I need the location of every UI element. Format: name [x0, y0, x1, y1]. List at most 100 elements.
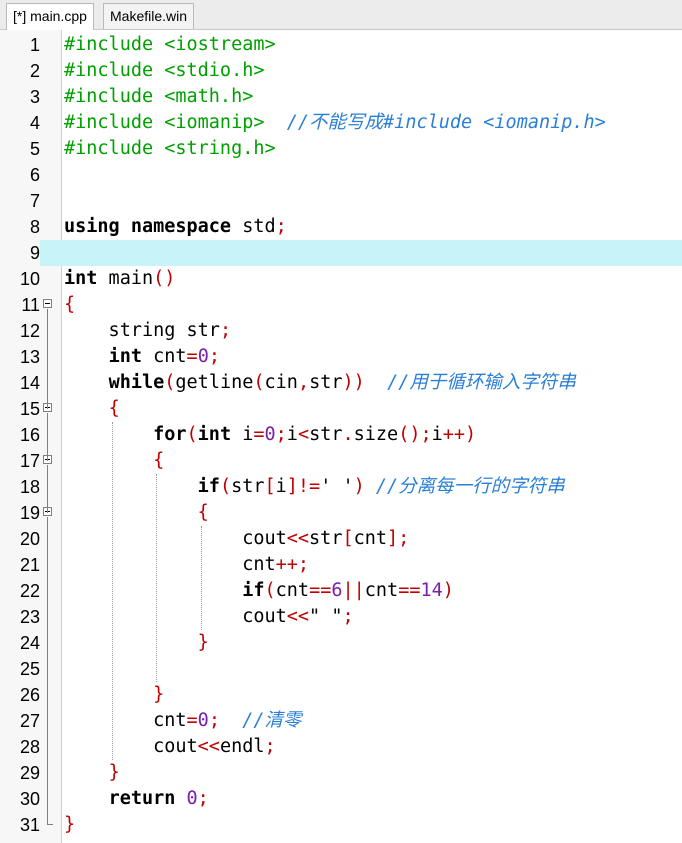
code-text: cnt=0; //清零: [64, 708, 301, 734]
code-line[interactable]: 7: [0, 188, 682, 214]
code-line[interactable]: 21 cnt++;: [0, 552, 682, 578]
tab-makefile-win[interactable]: Makefile.win: [103, 3, 195, 29]
line-number: 26: [19, 685, 40, 705]
code-line[interactable]: 23 cout<<" ";: [0, 604, 682, 630]
code-text: return 0;: [64, 786, 209, 812]
code-text: if(cnt==6||cnt==14): [64, 578, 454, 604]
code-line[interactable]: 15 {: [0, 396, 682, 422]
code-line[interactable]: 1 #include <iostream>: [0, 32, 682, 58]
code-text: string str;: [64, 318, 232, 344]
code-token: cin: [264, 372, 298, 393]
code-line[interactable]: 8 using namespace std;: [0, 214, 682, 240]
code-line[interactable]: 5 #include <string.h>: [0, 136, 682, 162]
code-editor[interactable]: 1 #include <iostream> 2 #include <stdio.h> 3…: [0, 30, 682, 843]
code-line[interactable]: 9: [0, 240, 682, 266]
code-token: //分离每一行的字符串: [375, 476, 565, 497]
code-token: #include <stdio.h>: [64, 60, 265, 81]
code-token: if: [197, 476, 220, 497]
fold-collapse-icon[interactable]: [43, 299, 52, 308]
code-line[interactable]: 29 }: [0, 760, 682, 786]
code-token: ;: [342, 606, 354, 627]
code-line[interactable]: 20 cout<<str[cnt];: [0, 526, 682, 552]
code-token: .: [342, 424, 354, 445]
code-token: " ": [309, 606, 343, 627]
code-token: ;: [197, 788, 209, 809]
code-text: cout<<str[cnt];: [64, 526, 409, 552]
code-token: ;: [208, 346, 220, 367]
code-token: str: [309, 528, 343, 549]
tab-main-cpp[interactable]: [*] main.cpp: [6, 3, 94, 31]
code-token: {: [108, 398, 120, 419]
code-line[interactable]: 14 while(getline(cin,str)) //用于循环输入字符串: [0, 370, 682, 396]
line-number: 21: [19, 555, 40, 575]
code-token: [: [342, 528, 354, 549]
line-number: 16: [19, 425, 40, 445]
code-line[interactable]: 11 {: [0, 292, 682, 318]
code-token: cout: [64, 606, 287, 627]
code-line[interactable]: 25: [0, 656, 682, 682]
code-text: using namespace std;: [64, 214, 287, 240]
line-number: 15: [19, 399, 40, 419]
code-token: cout: [64, 736, 198, 757]
code-token: 0: [197, 710, 209, 731]
code-line[interactable]: 26 }: [0, 682, 682, 708]
code-token: if: [242, 580, 265, 601]
code-text: {: [64, 448, 164, 474]
code-text: #include <stdio.h>: [64, 58, 264, 84]
code-token: (: [219, 476, 232, 497]
code-token: }: [153, 684, 165, 705]
code-line[interactable]: 31}: [0, 812, 682, 838]
code-line[interactable]: 18 if(str[i]!=' ') //分离每一行的字符串: [0, 474, 682, 500]
indent-guide: [200, 526, 202, 630]
code-text: }: [64, 812, 75, 838]
code-line[interactable]: 24 }: [0, 630, 682, 656]
code-text: {: [64, 396, 120, 422]
code-token: {: [153, 450, 165, 471]
code-token: ;: [275, 424, 287, 445]
line-number: 17: [19, 451, 40, 471]
line-number: 12: [19, 321, 40, 341]
code-line[interactable]: 2 #include <stdio.h>: [0, 58, 682, 84]
code-line[interactable]: 16 for(int i=0;i<str.size();i++): [0, 422, 682, 448]
code-line[interactable]: 22 if(cnt==6||cnt==14): [0, 578, 682, 604]
line-number: 28: [19, 737, 40, 757]
code-line[interactable]: 3 #include <math.h>: [0, 84, 682, 110]
code-token: <<: [197, 736, 220, 757]
code-token: cnt: [275, 580, 310, 601]
code-text: }: [64, 682, 164, 708]
code-line[interactable]: 19 {: [0, 500, 682, 526]
code-line[interactable]: 13 int cnt=0;: [0, 344, 682, 370]
fold-end-marker: [47, 824, 53, 825]
line-number: 9: [0, 240, 40, 266]
code-line[interactable]: 6: [0, 162, 682, 188]
code-text: }: [64, 760, 120, 786]
code-token: i: [431, 424, 443, 445]
code-text: #include <math.h>: [64, 84, 253, 110]
code-line[interactable]: 30 return 0;: [0, 786, 682, 812]
code-line[interactable]: 28 cout<<endl;: [0, 734, 682, 760]
code-line[interactable]: 12 string str;: [0, 318, 682, 344]
code-token: (: [164, 372, 176, 393]
code-token: ;: [275, 216, 287, 237]
fold-range-line: [47, 517, 48, 825]
code-token: (: [264, 580, 276, 601]
code-token: cout: [64, 528, 287, 549]
code-line[interactable]: 10 int main(): [0, 266, 682, 292]
code-token: ];: [387, 528, 410, 549]
code-line[interactable]: 4 #include <iomanip> //不能写成#include <ioma…: [0, 110, 682, 136]
code-token: cnt: [141, 346, 187, 367]
code-line[interactable]: 27 cnt=0; //清零: [0, 708, 682, 734]
code-token: str: [309, 424, 343, 445]
line-number: 27: [19, 711, 40, 731]
code-line[interactable]: 17 {: [0, 448, 682, 474]
